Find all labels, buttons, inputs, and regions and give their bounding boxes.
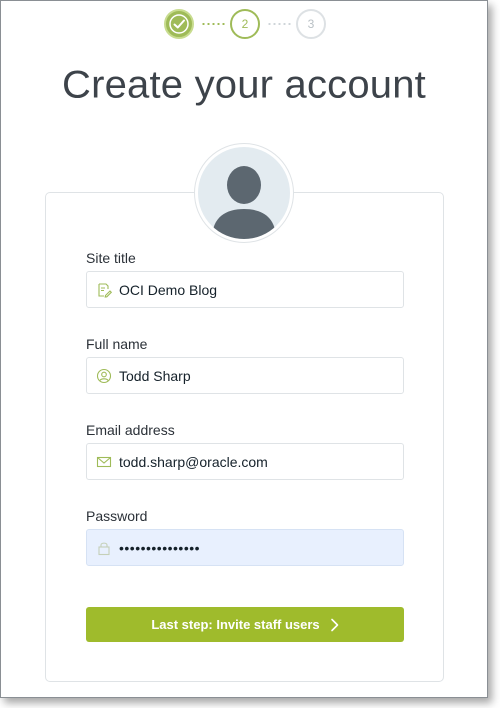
password-label: Password xyxy=(86,508,148,524)
page-title-text: Create your account xyxy=(62,63,426,107)
lock-icon xyxy=(87,540,119,556)
step-1-complete[interactable] xyxy=(164,9,194,39)
envelope-icon xyxy=(87,454,119,470)
step-connector xyxy=(267,23,293,25)
step-connector xyxy=(201,23,227,25)
progress-steps: 2 3 xyxy=(1,9,487,43)
step-3-label: 3 xyxy=(307,17,315,31)
avatar-upload[interactable] xyxy=(194,143,294,243)
email-label: Email address xyxy=(86,422,175,438)
avatar xyxy=(198,147,290,239)
chevron-right-icon xyxy=(330,618,339,632)
site-title-value: OCI Demo Blog xyxy=(119,281,218,298)
check-icon xyxy=(169,14,189,34)
window-frame: 2 3 Create your account Site title OCI D… xyxy=(0,0,488,698)
page-title: Create your account xyxy=(1,63,487,107)
full-name-input[interactable]: Todd Sharp xyxy=(86,357,404,394)
site-title-input[interactable]: OCI Demo Blog xyxy=(86,271,404,308)
step-3-pending: 3 xyxy=(296,9,326,39)
edit-document-icon xyxy=(87,282,119,298)
password-input[interactable]: ••••••••••••••• xyxy=(86,529,404,566)
invite-staff-button[interactable]: Last step: Invite staff users xyxy=(86,607,404,642)
site-title-label: Site title xyxy=(86,250,136,266)
invite-staff-button-label: Last step: Invite staff users xyxy=(151,617,320,632)
email-value: todd.sharp@oracle.com xyxy=(119,453,268,470)
email-input[interactable]: todd.sharp@oracle.com xyxy=(86,443,404,480)
user-circle-icon xyxy=(87,368,119,384)
step-2-current[interactable]: 2 xyxy=(230,9,260,39)
step-2-label: 2 xyxy=(241,17,249,31)
full-name-label: Full name xyxy=(86,336,148,352)
user-silhouette-icon xyxy=(212,166,276,239)
full-name-value: Todd Sharp xyxy=(119,367,191,384)
password-value: ••••••••••••••• xyxy=(119,539,201,556)
